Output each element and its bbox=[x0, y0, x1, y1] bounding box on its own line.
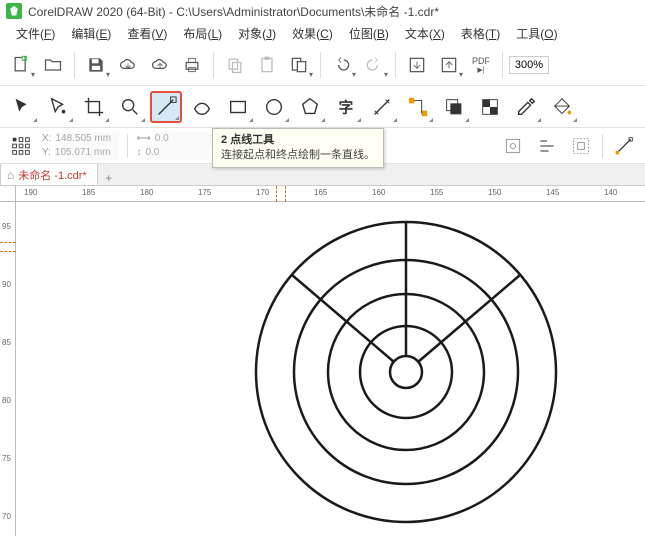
menu-tools[interactable]: 工具(O) bbox=[510, 23, 563, 44]
redo-button[interactable]: ▾ bbox=[359, 50, 389, 80]
eyedropper-tool[interactable] bbox=[510, 91, 542, 123]
text-tool[interactable]: 字 bbox=[330, 91, 362, 123]
clipboard-button[interactable]: ▾ bbox=[284, 50, 314, 80]
print-button[interactable] bbox=[177, 50, 207, 80]
two-point-line-tool[interactable] bbox=[150, 91, 182, 123]
toolbox: 字 bbox=[0, 86, 645, 128]
menu-file[interactable]: 文件(F) bbox=[10, 23, 61, 44]
tool-tooltip: 2 点线工具 连接起点和终点绘制一条直线。 bbox=[212, 128, 384, 168]
document-tab-label: 未命名 -1.cdr* bbox=[18, 167, 86, 183]
menu-bitmap[interactable]: 位图(B) bbox=[343, 23, 395, 44]
transparency-tool[interactable] bbox=[474, 91, 506, 123]
paste-button[interactable] bbox=[252, 50, 282, 80]
app-icon bbox=[6, 3, 22, 19]
copy-button[interactable] bbox=[220, 50, 250, 80]
undo-button[interactable]: ▾ bbox=[327, 50, 357, 80]
drawing-content bbox=[246, 212, 566, 532]
drop-shadow-tool[interactable] bbox=[438, 91, 470, 123]
menu-text[interactable]: 文本(X) bbox=[399, 23, 451, 44]
horizontal-ruler[interactable]: 190185180175170165160155150145140 bbox=[16, 186, 645, 202]
menu-effects[interactable]: 效果(C) bbox=[286, 23, 339, 44]
menu-bar: 文件(F) 编辑(E) 查看(V) 布局(L) 对象(J) 效果(C) 位图(B… bbox=[0, 22, 645, 44]
menu-view[interactable]: 查看(V) bbox=[121, 23, 173, 44]
x-position-input[interactable] bbox=[55, 132, 119, 146]
polygon-tool[interactable] bbox=[294, 91, 326, 123]
snap-icon[interactable] bbox=[500, 133, 526, 159]
window-title: CorelDRAW 2020 (64-Bit) - C:\Users\Admin… bbox=[28, 3, 439, 20]
fill-tool[interactable] bbox=[546, 91, 578, 123]
rectangle-tool[interactable] bbox=[222, 91, 254, 123]
new-button[interactable]: ▾ bbox=[6, 50, 36, 80]
standard-toolbar: ▾ ▾ ▾ ▾ ▾ ▾ PDF▶| 300% bbox=[0, 44, 645, 86]
menu-object[interactable]: 对象(J) bbox=[232, 23, 282, 44]
zoom-level[interactable]: 300% bbox=[509, 56, 549, 74]
svg-text:字: 字 bbox=[339, 98, 354, 116]
open-button[interactable] bbox=[38, 50, 68, 80]
pdf-export-button[interactable]: PDF▶| bbox=[466, 50, 496, 80]
menu-layout[interactable]: 布局(L) bbox=[177, 23, 228, 44]
menu-edit[interactable]: 编辑(E) bbox=[65, 23, 117, 44]
cloud-open-button[interactable] bbox=[145, 50, 175, 80]
title-bar: CorelDRAW 2020 (64-Bit) - C:\Users\Admin… bbox=[0, 0, 645, 22]
height-input[interactable] bbox=[145, 146, 209, 160]
tooltip-desc: 连接起点和终点绘制一条直线。 bbox=[221, 148, 375, 163]
line-tool-mode-icon[interactable] bbox=[611, 133, 637, 159]
workspace: 190185180175170165160155150145140 959085… bbox=[0, 186, 645, 536]
bounding-icon[interactable] bbox=[568, 133, 594, 159]
align-icon[interactable] bbox=[534, 133, 560, 159]
ellipse-tool[interactable] bbox=[258, 91, 290, 123]
save-button[interactable]: ▾ bbox=[81, 50, 111, 80]
zoom-tool[interactable] bbox=[114, 91, 146, 123]
parallel-dimension-tool[interactable] bbox=[366, 91, 398, 123]
vertical-ruler[interactable]: 959085807570 bbox=[0, 202, 16, 536]
property-bar: X: Y: ⟷ ↕ 2 点线工具 连接起点和终点绘制一条直线。 bbox=[0, 128, 645, 164]
cloud-save-button[interactable] bbox=[113, 50, 143, 80]
artistic-media-tool[interactable] bbox=[186, 91, 218, 123]
canvas[interactable] bbox=[16, 202, 645, 536]
export-button[interactable]: ▾ bbox=[434, 50, 464, 80]
ruler-corner[interactable] bbox=[0, 186, 16, 202]
object-origin-icon[interactable] bbox=[8, 133, 34, 159]
tooltip-title: 2 点线工具 bbox=[221, 133, 375, 148]
import-button[interactable] bbox=[402, 50, 432, 80]
width-input[interactable] bbox=[155, 132, 219, 146]
connector-tool[interactable] bbox=[402, 91, 434, 123]
home-icon: ⌂ bbox=[7, 168, 14, 182]
pick-tool[interactable] bbox=[6, 91, 38, 123]
add-tab-button[interactable]: + bbox=[98, 171, 120, 185]
y-position-input[interactable] bbox=[55, 146, 119, 160]
position-readout: X: Y: bbox=[42, 132, 119, 160]
crop-tool[interactable] bbox=[78, 91, 110, 123]
menu-table[interactable]: 表格(T) bbox=[455, 23, 506, 44]
size-readout: ⟷ ↕ bbox=[136, 132, 218, 160]
document-tab[interactable]: ⌂ 未命名 -1.cdr* bbox=[0, 163, 98, 185]
shape-tool[interactable] bbox=[42, 91, 74, 123]
